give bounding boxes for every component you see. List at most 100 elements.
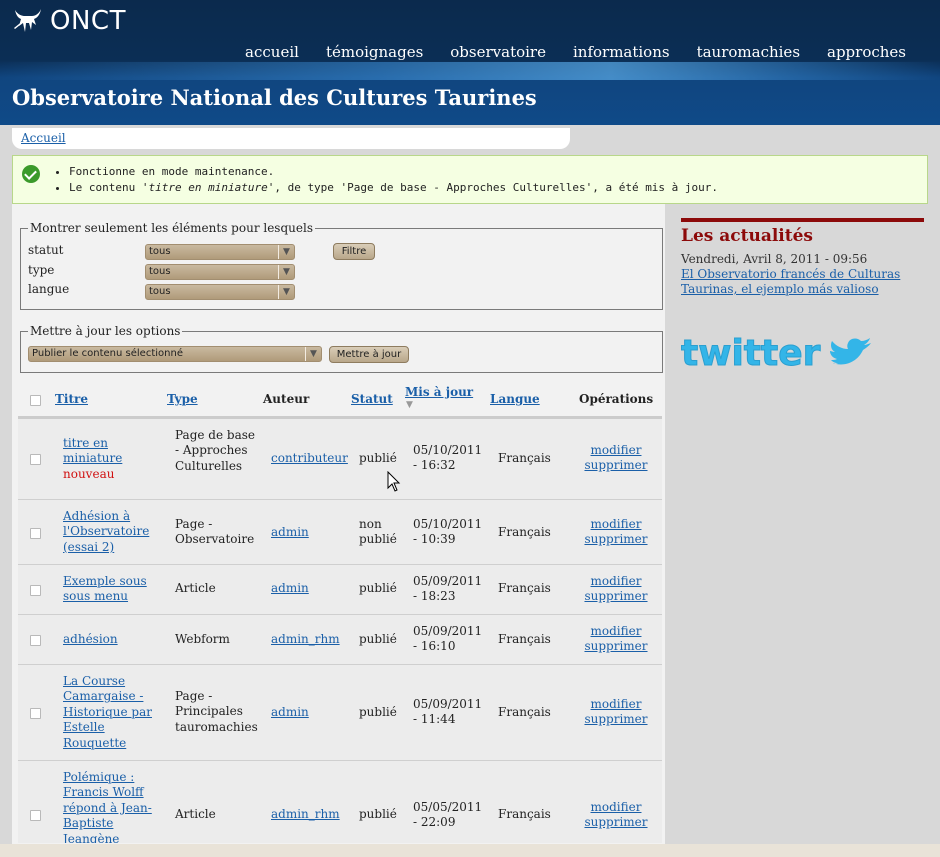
row-operations: modifier supprimer bbox=[580, 697, 652, 728]
row-author-cell: admin_rhm bbox=[271, 807, 340, 822]
row-author-cell: admin bbox=[271, 581, 309, 596]
row-title-link[interactable]: titre en miniature bbox=[63, 436, 122, 465]
breadcrumb-home-link[interactable]: Accueil bbox=[21, 131, 66, 145]
status-message: Fonctionne en mode maintenance. Le conte… bbox=[12, 155, 928, 204]
edit-link[interactable]: modifier bbox=[591, 800, 642, 814]
row-type: Page de base - Approches Culturelles bbox=[175, 428, 255, 473]
col-lang-header: Langue bbox=[490, 392, 540, 406]
message-text: Le contenu ' bbox=[69, 181, 149, 194]
row-lang: Français bbox=[498, 705, 551, 719]
chevron-down-icon: ▼ bbox=[278, 265, 294, 279]
sort-title-link[interactable]: Titre bbox=[55, 392, 88, 406]
row-title-link[interactable]: Exemple sous sous menu bbox=[63, 574, 147, 603]
filter-button[interactable]: Filtre bbox=[333, 243, 375, 260]
update-operation-select[interactable]: Publier le contenu sélectionné ▼ bbox=[28, 346, 322, 362]
table-row: Polémique : Francis Wolff répond à Jean-… bbox=[18, 761, 662, 843]
row-lang: Français bbox=[498, 632, 551, 646]
row-operations: modifier supprimer bbox=[580, 517, 652, 548]
col-updated-header: Mis à jour ▼ bbox=[405, 385, 473, 410]
sort-updated-link[interactable]: Mis à jour bbox=[405, 385, 473, 399]
col-author-header: Auteur bbox=[263, 392, 310, 406]
row-lang: Français bbox=[498, 807, 551, 821]
row-author-link[interactable]: admin_rhm bbox=[271, 632, 340, 646]
site-logo[interactable]: ONCT bbox=[12, 6, 126, 36]
row-title-cell: Adhésion à l'Observatoire (essai 2) bbox=[63, 509, 153, 555]
edit-link[interactable]: modifier bbox=[591, 624, 642, 638]
news-block: Les actualités Vendredi, Avril 8, 2011 -… bbox=[681, 218, 924, 297]
nav-accueil[interactable]: accueil bbox=[245, 43, 299, 61]
row-title-cell: Exemple sous sous menu bbox=[63, 574, 149, 605]
row-lang: Français bbox=[498, 451, 551, 465]
mouse-cursor-icon bbox=[387, 471, 401, 492]
breadcrumb: Accueil bbox=[12, 128, 570, 149]
row-author-link[interactable]: admin bbox=[271, 525, 309, 539]
delete-link[interactable]: supprimer bbox=[584, 532, 647, 546]
nav-approches[interactable]: approches bbox=[827, 43, 906, 61]
row-checkbox[interactable] bbox=[30, 454, 41, 465]
nav-observatoire[interactable]: observatoire bbox=[450, 43, 546, 61]
message-text: ', de type 'Page de base - Approches Cul… bbox=[267, 181, 719, 194]
table-row: Adhésion à l'Observatoire (essai 2) Page… bbox=[18, 500, 662, 565]
news-link[interactable]: El Observatorio francés de Culturas Taur… bbox=[681, 267, 924, 297]
message-item: Le contenu 'titre en miniature', de type… bbox=[69, 180, 718, 196]
news-block-title: Les actualités bbox=[681, 226, 814, 246]
row-title-link[interactable]: Adhésion à l'Observatoire (essai 2) bbox=[63, 509, 149, 554]
update-button[interactable]: Mettre à jour bbox=[329, 346, 409, 363]
delete-link[interactable]: supprimer bbox=[584, 458, 647, 472]
row-status: publié bbox=[359, 632, 397, 646]
edit-link[interactable]: modifier bbox=[591, 574, 642, 588]
row-title-cell: titre en miniature nouveau bbox=[63, 436, 145, 482]
row-type: Page - Observatoire bbox=[175, 517, 255, 547]
filter-fieldset: Montrer seulement les éléments pour lesq… bbox=[20, 221, 663, 310]
row-updated: 05/09/2011 - 18:23 bbox=[413, 574, 483, 604]
edit-link[interactable]: modifier bbox=[591, 443, 642, 457]
message-text: Fonctionne en mode maintenance. bbox=[69, 165, 275, 178]
row-title-link[interactable]: Polémique : Francis Wolff répond à Jean-… bbox=[63, 770, 152, 843]
filter-legend: Montrer seulement les éléments pour lesq… bbox=[30, 221, 313, 235]
select-value: Publier le contenu sélectionné bbox=[32, 348, 183, 359]
sort-status-link[interactable]: Statut bbox=[351, 392, 393, 406]
nav-informations[interactable]: informations bbox=[573, 43, 670, 61]
row-operations: modifier supprimer bbox=[580, 624, 652, 655]
row-checkbox[interactable] bbox=[30, 810, 41, 821]
row-type: Webform bbox=[175, 632, 230, 646]
filter-status-select[interactable]: tous ▼ bbox=[145, 244, 295, 260]
row-title-link[interactable]: adhésion bbox=[63, 632, 118, 646]
select-all-checkbox[interactable] bbox=[30, 395, 41, 406]
row-operations: modifier supprimer bbox=[580, 443, 652, 474]
row-checkbox[interactable] bbox=[30, 635, 41, 646]
nav-tauromachies[interactable]: tauromachies bbox=[697, 43, 800, 61]
delete-link[interactable]: supprimer bbox=[584, 712, 647, 726]
table-header: Titre Type Auteur Statut Mis à jour ▼ La… bbox=[18, 382, 662, 419]
row-title-link[interactable]: La Course Camargaise - Historique par Es… bbox=[63, 674, 152, 750]
row-author-link[interactable]: admin bbox=[271, 705, 309, 719]
row-lang: Français bbox=[498, 525, 551, 539]
filter-type-select[interactable]: tous ▼ bbox=[145, 264, 295, 280]
edit-link[interactable]: modifier bbox=[591, 517, 642, 531]
twitter-logo[interactable]: twitter bbox=[681, 333, 881, 377]
filter-status-label: statut bbox=[28, 243, 64, 257]
row-author-link[interactable]: admin_rhm bbox=[271, 807, 340, 821]
sort-lang-link[interactable]: Langue bbox=[490, 392, 540, 406]
chevron-down-icon: ▼ bbox=[278, 285, 294, 299]
row-checkbox[interactable] bbox=[30, 528, 41, 539]
row-author-link[interactable]: admin bbox=[271, 581, 309, 595]
row-updated: 05/10/2011 - 16:32 bbox=[413, 443, 483, 473]
select-value: tous bbox=[149, 246, 171, 257]
delete-link[interactable]: supprimer bbox=[584, 589, 647, 603]
row-lang: Français bbox=[498, 581, 551, 595]
col-type-header: Type bbox=[167, 392, 198, 406]
row-checkbox[interactable] bbox=[30, 585, 41, 596]
row-type: Article bbox=[175, 807, 216, 821]
delete-link[interactable]: supprimer bbox=[584, 639, 647, 653]
edit-link[interactable]: modifier bbox=[591, 697, 642, 711]
site-title[interactable]: Observatoire National des Cultures Tauri… bbox=[12, 85, 537, 110]
delete-link[interactable]: supprimer bbox=[584, 815, 647, 829]
row-status: publié bbox=[359, 451, 397, 465]
sort-type-link[interactable]: Type bbox=[167, 392, 198, 406]
filter-lang-select[interactable]: tous ▼ bbox=[145, 284, 295, 300]
nav-temoignages[interactable]: témoignages bbox=[326, 43, 423, 61]
row-checkbox[interactable] bbox=[30, 708, 41, 719]
row-author-link[interactable]: contributeur bbox=[271, 451, 348, 465]
main-nav: accueil témoignages observatoire informa… bbox=[245, 43, 906, 61]
